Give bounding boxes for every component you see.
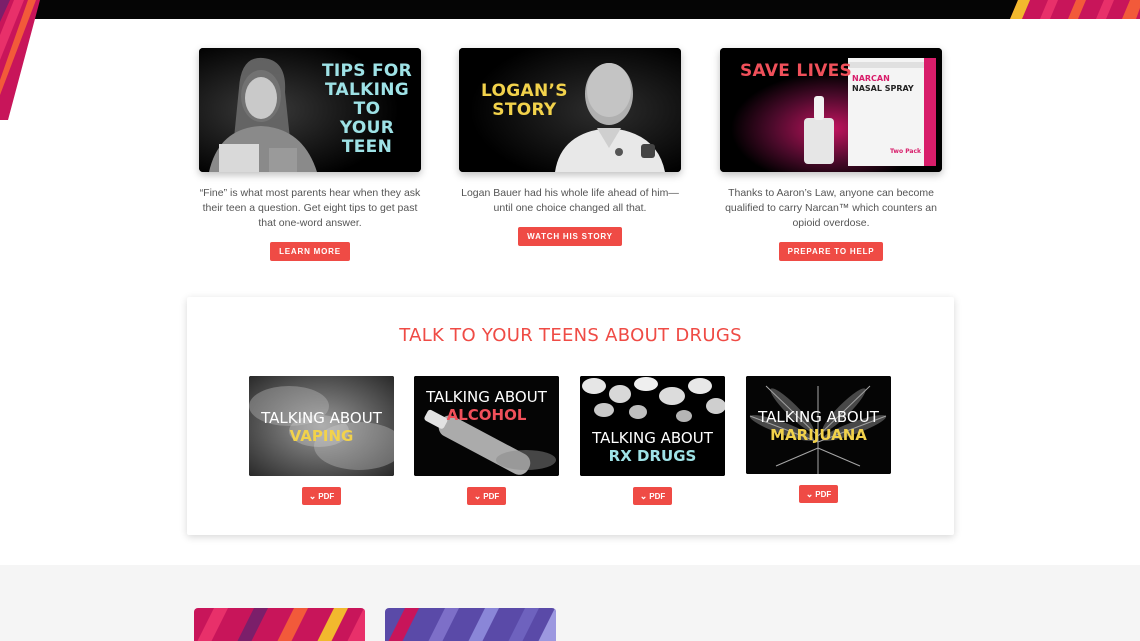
drugs-panel-title: TALK TO YOUR TEENS ABOUT DRUGS [399, 325, 742, 346]
save-lives-thumb-title: SAVE LIVES [740, 61, 853, 81]
drug-card-alcohol: TALKING ABOUT ALCOHOL ⌄ PDF [414, 376, 559, 505]
tips-thumb-title: TIPS FOR TALKING TO YOUR TEEN [321, 61, 413, 157]
marijuana-thumbnail[interactable]: TALKING ABOUT MARIJUANA [746, 376, 891, 474]
alcohol-thumbnail[interactable]: TALKING ABOUT ALCOHOL [414, 376, 559, 476]
marijuana-card-title: TALKING ABOUT MARIJUANA [758, 408, 879, 444]
drug-card-marijuana: TALKING ABOUT MARIJUANA ⌄ PDF [746, 376, 891, 503]
narcan-box-brand: NARCAN [852, 74, 890, 83]
tips-thumbnail[interactable]: TIPS FOR TALKING TO YOUR TEEN [199, 48, 421, 172]
tips-description: “Fine” is what most parents hear when th… [199, 187, 421, 229]
alcohol-pdf-button[interactable]: ⌄ PDF [466, 487, 507, 505]
logan-thumbnail[interactable]: LOGAN’S STORY [459, 48, 681, 172]
chevron-down-icon: ⌄ [308, 491, 317, 501]
rx-pdf-button[interactable]: ⌄ PDF [632, 487, 673, 505]
feature-card-logan: LOGAN’S STORY Logan Bauer had his whole … [459, 48, 681, 246]
vaping-pdf-button[interactable]: ⌄ PDF [301, 487, 342, 505]
chevron-down-icon: ⌄ [473, 491, 482, 501]
vaping-card-title: TALKING ABOUT VAPING [261, 409, 382, 445]
feature-card-save-lives: SAVE LIVES NARCAN NASAL SPRAY Two Pack T… [720, 48, 942, 261]
bottom-section [0, 565, 1140, 641]
logan-thumb-title: LOGAN’S STORY [481, 81, 568, 120]
page: TIPS FOR TALKING TO YOUR TEEN “Fine” is … [0, 0, 1140, 641]
watch-his-story-button[interactable]: WATCH HIS STORY [518, 227, 622, 246]
rx-card-title: TALKING ABOUT RX DRUGS [592, 429, 713, 465]
rx-drugs-thumbnail[interactable]: TALKING ABOUT RX DRUGS [580, 376, 725, 476]
bottom-card-2[interactable] [385, 608, 556, 641]
bottom-card-1[interactable] [194, 608, 365, 641]
logan-description: Logan Bauer had his whole life ahead of … [461, 187, 679, 214]
bottom-card-1-stripes [194, 608, 365, 641]
marijuana-pdf-button[interactable]: ⌄ PDF [798, 485, 839, 503]
bottom-card-2-stripes [385, 608, 556, 641]
vaping-thumbnail[interactable]: TALKING ABOUT VAPING [249, 376, 394, 476]
alcohol-card-title: TALKING ABOUT ALCOHOL [426, 388, 547, 424]
narcan-box-name: NASAL SPRAY [852, 84, 914, 93]
decorative-stripes-right [1010, 0, 1140, 19]
save-lives-thumbnail[interactable]: SAVE LIVES NARCAN NASAL SPRAY Two Pack [720, 48, 942, 172]
talk-about-drugs-panel: TALK TO YOUR TEENS ABOUT DRUGS TALKING A… [187, 297, 954, 535]
narcan-box-pack: Two Pack [890, 148, 922, 155]
drug-card-rx: TALKING ABOUT RX DRUGS ⌄ PDF [580, 376, 725, 505]
top-header-bar [0, 0, 1140, 19]
chevron-down-icon: ⌄ [805, 489, 814, 499]
prepare-to-help-button[interactable]: PREPARE TO HELP [778, 242, 884, 261]
learn-more-button[interactable]: LEARN MORE [270, 242, 350, 261]
chevron-down-icon: ⌄ [639, 491, 648, 501]
save-lives-description: Thanks to Aaron’s Law, anyone can become… [725, 187, 937, 229]
feature-card-tips: TIPS FOR TALKING TO YOUR TEEN “Fine” is … [199, 48, 421, 261]
decorative-stripes-left [0, 0, 40, 120]
drug-card-vaping: TALKING ABOUT VAPING ⌄ PDF [249, 376, 394, 505]
